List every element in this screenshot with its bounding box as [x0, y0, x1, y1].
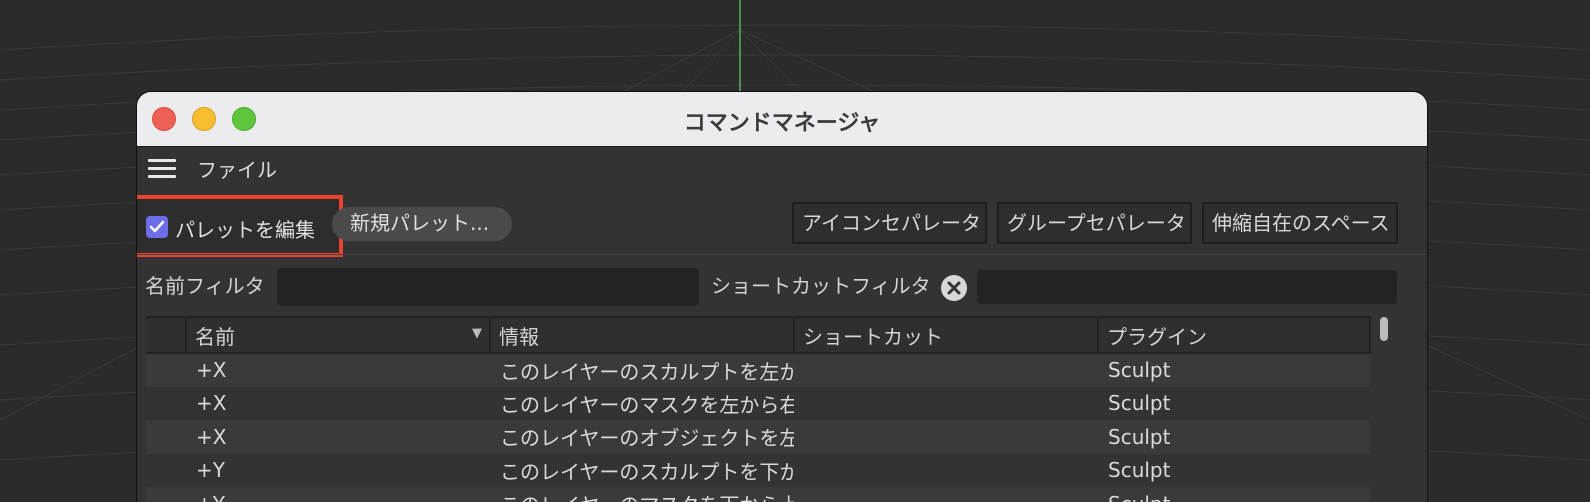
edit-palette-label[interactable]: パレットを編集 [175, 214, 315, 243]
column-header-name-label: 名前 [195, 324, 235, 349]
icon-separator-button[interactable]: アイコンセパレータ [792, 202, 987, 244]
menu-file[interactable]: ファイル [197, 154, 277, 183]
row-plugin: Sculpt [1098, 487, 1370, 502]
clear-shortcut-filter-icon[interactable] [941, 275, 967, 301]
command-manager-window: コマンドマネージャ ファイル パレットを編集 新規パレット... アイコンセパレ… [137, 92, 1427, 502]
row-info: このレイヤーのマスクを下から上 [490, 487, 794, 502]
column-header-name[interactable]: 名前 ▼ [186, 316, 491, 354]
table-row[interactable]: +X このレイヤーのオブジェクトを左 Sculpt [146, 420, 1370, 454]
column-header-plugin[interactable]: プラグイン [1098, 316, 1371, 354]
table-row[interactable]: +Y このレイヤーのマスクを下から上 Sculpt [146, 487, 1370, 502]
row-icon-cell [146, 386, 186, 420]
name-filter-input[interactable] [277, 268, 699, 306]
window-title: コマンドマネージャ [683, 111, 881, 136]
group-separator-button[interactable]: グループセパレータ [997, 202, 1192, 244]
filter-row: 名前フィルタ ショートカットフィルタ [137, 264, 1427, 306]
row-name: +X [186, 353, 490, 387]
menu-bar: ファイル [137, 147, 1427, 187]
command-table: 名前 ▼ 情報 ショートカット プラグイン +X このレイヤーのスカルプトを左か… [146, 316, 1371, 502]
table-scrollbar[interactable] [1380, 317, 1388, 341]
row-plugin: Sculpt [1098, 353, 1370, 387]
column-header-info[interactable]: 情報 [490, 316, 795, 354]
row-plugin: Sculpt [1098, 453, 1370, 487]
row-name: +X [186, 386, 490, 420]
row-icon-cell [146, 420, 186, 454]
row-shortcut [794, 453, 1098, 487]
row-icon-cell [146, 487, 186, 502]
row-plugin: Sculpt [1098, 420, 1370, 454]
row-name: +Y [186, 453, 490, 487]
column-header-shortcut[interactable]: ショートカット [794, 316, 1099, 354]
toolbar-divider [137, 254, 1427, 255]
title-bar[interactable]: コマンドマネージャ [137, 92, 1427, 147]
table-row[interactable]: +Y このレイヤーのスカルプトを下か Sculpt [146, 453, 1370, 487]
sort-descending-icon: ▼ [472, 326, 482, 341]
edit-palette-highlight: パレットを編集 [137, 195, 343, 257]
shortcut-filter-input[interactable] [977, 270, 1397, 304]
name-filter-label: 名前フィルタ [145, 274, 265, 298]
hamburger-menu-icon[interactable] [148, 159, 176, 179]
flexible-space-button[interactable]: 伸縮自在のスペース [1202, 202, 1398, 244]
row-icon-cell [146, 453, 186, 487]
row-info: このレイヤーのオブジェクトを左 [490, 420, 794, 454]
row-name: +X [186, 420, 490, 454]
row-info: このレイヤーのマスクを左から右 [490, 386, 794, 420]
row-shortcut [794, 386, 1098, 420]
row-info: このレイヤーのスカルプトを左か [490, 353, 794, 387]
column-header-icon[interactable] [146, 316, 187, 354]
shortcut-filter-label: ショートカットフィルタ [711, 274, 931, 298]
checkmark-icon [149, 220, 165, 233]
row-info: このレイヤーのスカルプトを下か [490, 453, 794, 487]
row-shortcut [794, 420, 1098, 454]
row-icon-cell [146, 353, 186, 387]
edit-palette-checkbox[interactable] [146, 216, 168, 238]
row-name: +Y [186, 487, 490, 502]
row-shortcut [794, 487, 1098, 502]
row-shortcut [794, 353, 1098, 387]
row-plugin: Sculpt [1098, 386, 1370, 420]
toolbar: パレットを編集 新規パレット... アイコンセパレータ グループセパレータ 伸縮… [137, 187, 1427, 257]
new-palette-button[interactable]: 新規パレット... [332, 207, 512, 241]
table-row[interactable]: +X このレイヤーのスカルプトを左か Sculpt [146, 353, 1370, 387]
table-row[interactable]: +X このレイヤーのマスクを左から右 Sculpt [146, 386, 1370, 420]
